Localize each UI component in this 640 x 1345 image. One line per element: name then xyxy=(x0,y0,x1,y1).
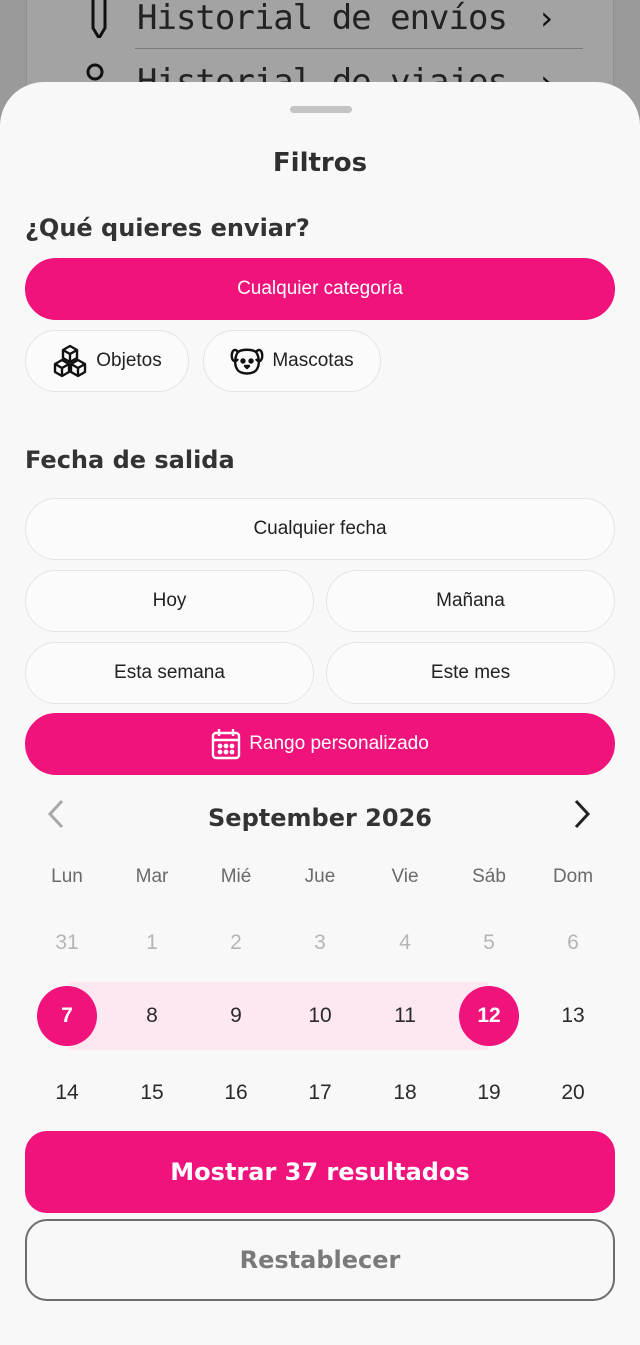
what-section-title: ¿Qué quieres enviar? xyxy=(25,214,310,242)
custom-range-chip[interactable]: Rango personalizado xyxy=(25,713,615,775)
calendar-day[interactable]: 14 xyxy=(25,1063,109,1123)
dog-icon xyxy=(230,344,264,378)
day-number: 14 xyxy=(55,1081,79,1104)
divider xyxy=(135,48,583,49)
sheet-title: Filtros xyxy=(272,148,368,178)
weekday-label: Mar xyxy=(135,866,169,887)
this-month-chip[interactable]: Este mes xyxy=(326,642,615,704)
background-row-label: Historial de envíos xyxy=(137,0,508,38)
day-number: 3 xyxy=(314,931,326,954)
filters-sheet: Filtros ¿Qué quieres enviar? Cualquier c… xyxy=(0,82,640,1345)
today-chip[interactable]: Hoy xyxy=(25,570,314,632)
weekday-label: Dom xyxy=(552,866,594,887)
day-number: 19 xyxy=(477,1081,501,1104)
tomorrow-chip[interactable]: Mañana xyxy=(326,570,615,632)
day-number: 17 xyxy=(308,1081,332,1104)
chevron-right-icon[interactable] xyxy=(570,798,594,838)
weekday-label: Jue xyxy=(304,866,336,887)
day-number: 9 xyxy=(230,1004,242,1027)
day-number: 18 xyxy=(393,1081,417,1104)
calendar-day[interactable]: 6 xyxy=(531,913,615,973)
calendar-day[interactable]: 10 xyxy=(278,986,362,1046)
calendar-icon xyxy=(211,728,241,760)
calendar-day[interactable]: 1 xyxy=(110,913,194,973)
day-number: 11 xyxy=(394,1004,416,1027)
day-number: 12 xyxy=(459,986,519,1046)
calendar-day[interactable]: 3 xyxy=(278,913,362,973)
day-number: 2 xyxy=(230,931,242,954)
background-row-shipments: Historial de envíos › xyxy=(77,0,583,48)
pets-chip[interactable]: Mascotas xyxy=(203,330,381,392)
weekday-label: Lun xyxy=(51,866,83,887)
any-date-chip[interactable]: Cualquier fecha xyxy=(25,498,615,560)
weekday-label: Sáb xyxy=(472,866,506,887)
objects-label: Objetos xyxy=(96,350,162,371)
calendar-day[interactable]: 31 xyxy=(25,913,109,973)
day-number: 20 xyxy=(561,1081,585,1104)
custom-range-label: Rango personalizado xyxy=(249,733,429,754)
today-label: Hoy xyxy=(152,590,187,611)
calendar-day[interactable]: 15 xyxy=(110,1063,194,1123)
day-number: 8 xyxy=(146,1004,158,1027)
objects-chip[interactable]: Objetos xyxy=(25,330,189,392)
day-number: 15 xyxy=(140,1081,164,1104)
calendar-day[interactable]: 4 xyxy=(363,913,447,973)
day-number: 31 xyxy=(55,931,79,954)
calendar-month-title: September 2026 xyxy=(208,804,432,832)
drag-handle[interactable] xyxy=(290,106,352,113)
day-number: 5 xyxy=(483,931,495,954)
calendar-day[interactable]: 9 xyxy=(194,986,278,1046)
day-number: 6 xyxy=(567,931,579,954)
tomorrow-label: Mañana xyxy=(436,590,505,611)
day-number: 10 xyxy=(308,1004,332,1027)
this-week-chip[interactable]: Esta semana xyxy=(25,642,314,704)
this-week-label: Esta semana xyxy=(114,662,225,683)
cubes-icon xyxy=(52,343,88,379)
date-section-title: Fecha de salida xyxy=(25,446,235,474)
reset-button[interactable]: Restablecer xyxy=(25,1219,615,1301)
calendar-day-range-end[interactable]: 12 xyxy=(447,986,531,1046)
calendar-day[interactable]: 13 xyxy=(531,986,615,1046)
calendar-day[interactable]: 2 xyxy=(194,913,278,973)
calendar-day[interactable]: 17 xyxy=(278,1063,362,1123)
calendar-day[interactable]: 8 xyxy=(110,986,194,1046)
weekday-label: Mié xyxy=(220,866,252,887)
day-number: 13 xyxy=(561,1004,585,1027)
show-results-button[interactable]: Mostrar 37 resultados xyxy=(25,1131,615,1213)
calendar-day[interactable]: 20 xyxy=(531,1063,615,1123)
any-category-chip[interactable]: Cualquier categoría xyxy=(25,258,615,320)
calendar-day-range-start[interactable]: 7 xyxy=(25,986,109,1046)
any-date-label: Cualquier fecha xyxy=(253,518,387,539)
calendar-day[interactable]: 18 xyxy=(363,1063,447,1123)
weekday-label: Vie xyxy=(391,866,419,887)
calendar-day[interactable]: 5 xyxy=(447,913,531,973)
chevron-right-icon: › xyxy=(540,0,553,37)
pen-icon xyxy=(91,0,107,38)
calendar-day[interactable]: 19 xyxy=(447,1063,531,1123)
calendar-day[interactable]: 16 xyxy=(194,1063,278,1123)
day-number: 1 xyxy=(146,931,158,954)
this-month-label: Este mes xyxy=(430,662,511,683)
calendar-day[interactable]: 11 xyxy=(363,986,447,1046)
day-number: 4 xyxy=(399,931,411,954)
day-number: 16 xyxy=(224,1081,248,1104)
day-number: 7 xyxy=(37,986,97,1046)
any-category-label: Cualquier categoría xyxy=(237,278,403,299)
pets-label: Mascotas xyxy=(272,350,354,371)
